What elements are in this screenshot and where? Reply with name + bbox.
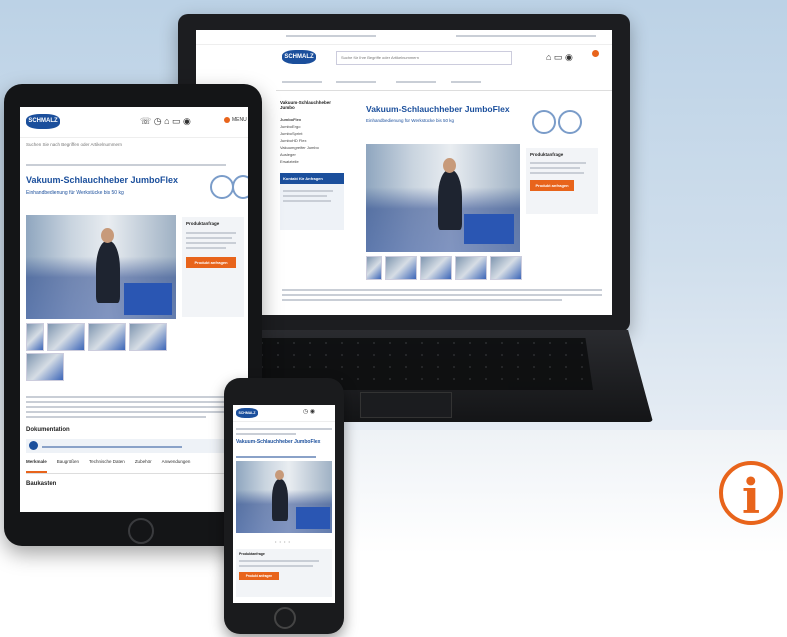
- tablet-tab-bar: Merkmale Baugrößen Technische Daten Zube…: [26, 459, 248, 474]
- tablet-thumbnails[interactable]: [26, 323, 167, 351]
- tablet-badge-icon: [210, 175, 234, 199]
- tablet-description: [26, 393, 242, 421]
- tablet-document-link[interactable]: [26, 439, 242, 453]
- laptop-touchpad: [360, 392, 452, 418]
- laptop-product-subtitle: Einhandbedienung für Werkstücke bis 50 k…: [366, 118, 454, 123]
- tablet-bottom-heading: Baukasten: [26, 481, 57, 487]
- tab-anwendungen[interactable]: Anwendungen: [162, 459, 191, 473]
- phone-product-title: Vakuum-Schlauchheber JumboFlex: [236, 439, 321, 445]
- tablet-search-input[interactable]: Suchen Sie nach Begriffen oder Artikelnu…: [26, 142, 122, 147]
- tablet-request-button[interactable]: Produkt anfragen: [186, 257, 236, 268]
- laptop-utility-bar: [196, 30, 612, 45]
- tab-zubehoer[interactable]: Zubehör: [135, 459, 152, 473]
- phone-subtitle-line: [236, 456, 316, 458]
- tablet-product-subtitle: Einhandbedienung für Werkstücke bis 50 k…: [26, 190, 124, 196]
- tablet-product-photo[interactable]: [26, 215, 176, 319]
- tablet-badge-icon-2: [232, 175, 248, 199]
- tablet-product-title: Vakuum-Schlauchheber JumboFlex: [26, 175, 179, 185]
- laptop-request-box: Produktanfrage Produkt anfragen: [526, 148, 598, 214]
- info-icon[interactable]: i: [719, 461, 783, 525]
- phone-breadcrumb[interactable]: [236, 425, 332, 438]
- tablet-logo[interactable]: SCHMALZ: [26, 114, 60, 129]
- phone-logo[interactable]: SCHMALZ: [236, 408, 258, 418]
- tab-baugroessen[interactable]: Baugrößen: [57, 459, 79, 473]
- laptop-product-photo[interactable]: [366, 144, 520, 252]
- laptop-sidebar: Vakuum-Schlauchheber Jumbo JumboFlex Jum…: [280, 100, 344, 270]
- tablet-documents-heading: Dokumentation: [26, 427, 70, 433]
- laptop-header: SCHMALZ Suche für Ihre Begriffe oder Art…: [196, 44, 612, 72]
- tablet-header: SCHMALZ ☏ ◷ ⌂ ▭ ◉ MENU: [20, 107, 248, 138]
- laptop-contact-box[interactable]: Kontakt für Anfragen: [280, 173, 344, 184]
- phone-header-icons[interactable]: ◷ ◉: [303, 408, 315, 415]
- laptop-logo[interactable]: SCHMALZ: [282, 50, 316, 64]
- phone-product-photo[interactable]: [236, 461, 332, 533]
- phone-carousel-dots[interactable]: • • • •: [275, 539, 291, 544]
- document-icon: [29, 441, 38, 450]
- phone-screen: SCHMALZ ◷ ◉ Vakuum-Schlauchheber JumboFl…: [233, 405, 335, 603]
- laptop-contact-details: [280, 184, 344, 230]
- laptop-request-button[interactable]: Produkt anfragen: [530, 180, 574, 191]
- laptop-description: [282, 286, 602, 304]
- tablet-home-button[interactable]: [128, 518, 154, 544]
- tablet-breadcrumb[interactable]: [26, 161, 236, 169]
- tablet-thumbnail-extra[interactable]: [26, 353, 64, 381]
- phone-header: SCHMALZ ◷ ◉: [233, 405, 335, 422]
- tablet-header-icons[interactable]: ☏ ◷ ⌂ ▭ ◉: [140, 116, 191, 127]
- tablet-menu-button[interactable]: MENU: [232, 117, 247, 123]
- tablet-cart-badge: [224, 117, 230, 123]
- laptop-thumbnails[interactable]: [366, 256, 522, 280]
- laptop-cart-icon[interactable]: ⌂ ▭ ◉: [546, 52, 573, 63]
- laptop-cart-badge: [592, 50, 599, 57]
- tablet-screen: SCHMALZ ☏ ◷ ⌂ ▭ ◉ MENU Suchen Sie nach B…: [20, 107, 248, 512]
- laptop-nav: [276, 74, 612, 91]
- laptop-sidebar-heading: Vakuum-Schlauchheber Jumbo: [280, 100, 332, 110]
- phone-request-box: Produktanfrage Produkt anfragen: [236, 549, 332, 597]
- tablet-request-box: Produktanfrage Produkt anfragen: [182, 217, 244, 317]
- laptop-sidebar-list[interactable]: JumboFlex JumboErgo JumboSprint JumboHD …: [280, 116, 344, 165]
- tab-technische-daten[interactable]: Technische Daten: [89, 459, 125, 473]
- phone-home-button[interactable]: [274, 607, 296, 629]
- phone-request-button[interactable]: Produkt anfragen: [239, 572, 279, 580]
- laptop-search-input[interactable]: Suche für Ihre Begriffe oder Artikelnumm…: [336, 51, 512, 65]
- laptop-product-title: Vakuum-Schlauchheber JumboFlex: [366, 104, 510, 114]
- tab-merkmale[interactable]: Merkmale: [26, 459, 47, 473]
- laptop-badge-icon-2: [558, 110, 582, 134]
- laptop-badge-icon: [532, 110, 556, 134]
